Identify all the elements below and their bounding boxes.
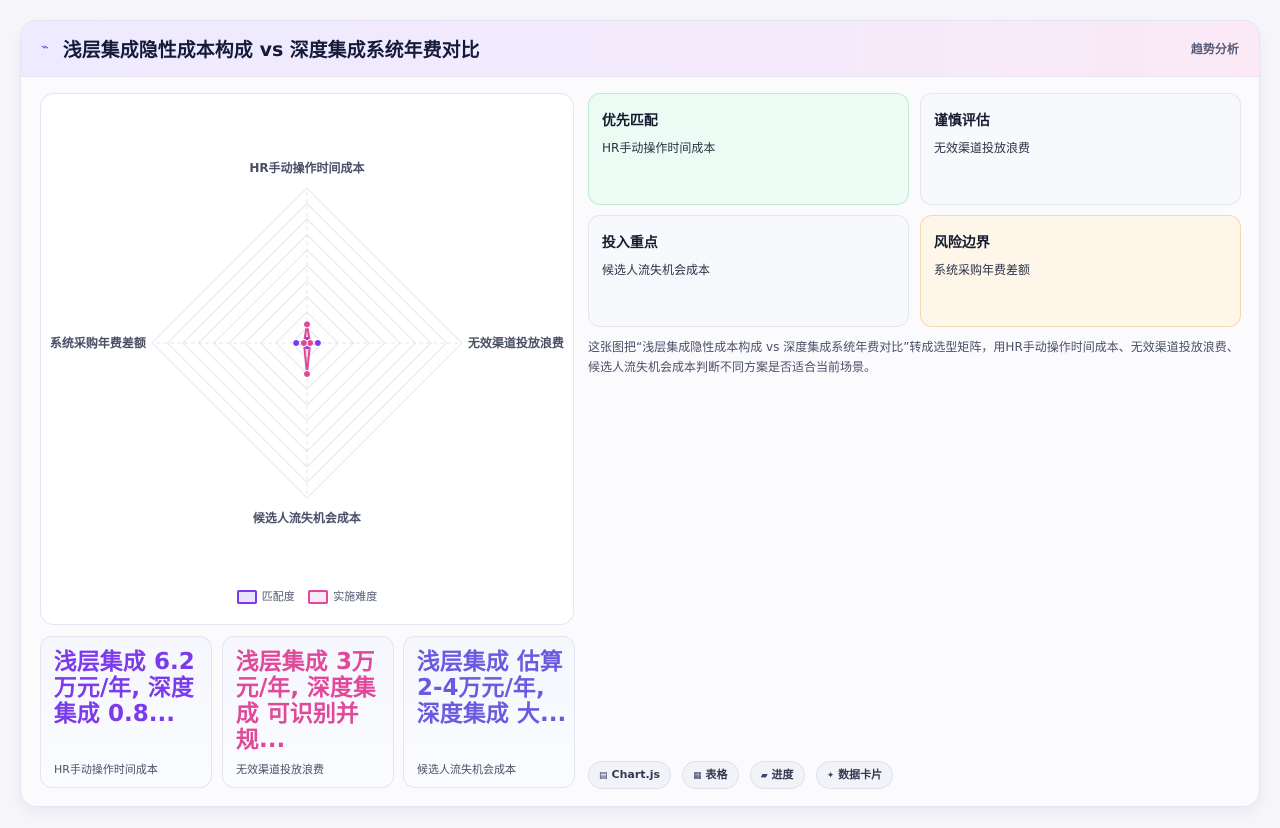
stat-value: 浅层集成 估算2-4万元/年, 深度集成 大...	[417, 649, 567, 727]
radar-axis-label: 候选人流失机会成本	[253, 510, 361, 525]
quadrant-priority-match[interactable]: 优先匹配 HR手动操作时间成本	[588, 93, 909, 205]
legend-item-difficulty[interactable]: 实施难度	[308, 588, 377, 604]
sparkline-icon: ⌁	[41, 40, 49, 55]
quadrant-body: 无效渠道投放浪费	[934, 141, 1031, 155]
radar-data-point	[292, 339, 301, 347]
chip-data-card[interactable]: ✦ 数据卡片	[815, 761, 894, 789]
radar-axis-label: 无效渠道投放浪费	[467, 335, 564, 350]
tech-chips: ▤ Chart.js ▦ 表格 ▰ 进度 ✦ 数据卡片	[588, 761, 899, 789]
radar-data-point	[303, 320, 311, 329]
analysis-tag[interactable]: 趋势分析	[1191, 40, 1239, 57]
page-title: 浅层集成隐性成本构成 vs 深度集成系统年费对比	[63, 39, 480, 61]
legend-swatch-match	[236, 590, 257, 604]
radar-chart-panel: HR手动操作时间成本无效渠道投放浪费候选人流失机会成本 系统采购年费差额 匹配度 …	[40, 93, 574, 625]
chip-label: Chart.js	[611, 768, 661, 781]
chart-description: 这张图把“浅层集成隐性成本构成 vs 深度集成系统年费对比”转成选型矩阵，用HR…	[588, 340, 1239, 374]
stat-label: 无效渠道投放浪费	[236, 763, 324, 776]
quadrant-title: 优先匹配	[602, 113, 658, 129]
stat-value: 浅层集成 6.2万元/年, 深度集成 0.8...	[54, 649, 195, 727]
radar-data-point	[299, 339, 308, 347]
radar-series-area	[302, 324, 312, 375]
header: ⌁ 浅层集成隐性成本构成 vs 深度集成系统年费对比 趋势分析	[21, 21, 1259, 77]
sparkle-icon: ✦	[826, 771, 835, 781]
stat-card-channel-waste: 浅层集成 3万元/年, 深度集成 可识别并规... 无效渠道投放浪费	[222, 636, 394, 788]
stat-value: 浅层集成 3万元/年, 深度集成 可识别并规...	[236, 649, 377, 753]
quadrant-investment-focus[interactable]: 投入重点 候选人流失机会成本	[588, 215, 909, 327]
progress-icon: ▰	[760, 771, 768, 781]
quadrant-title: 风险边界	[934, 235, 990, 251]
table-icon: ▦	[693, 771, 702, 781]
legend-label-match: 匹配度	[261, 590, 295, 603]
radar-data-point	[313, 339, 322, 347]
chip-progress[interactable]: ▰ 进度	[749, 761, 805, 789]
stat-card-hr-time: 浅层集成 6.2万元/年, 深度集成 0.8... HR手动操作时间成本	[40, 636, 212, 788]
quadrant-body: 候选人流失机会成本	[602, 263, 711, 277]
quadrant-risk-boundary[interactable]: 风险边界 系统采购年费差额	[920, 215, 1241, 327]
stat-cards: 浅层集成 6.2万元/年, 深度集成 0.8... HR手动操作时间成本 浅层集…	[40, 636, 575, 788]
chip-label: 数据卡片	[838, 768, 883, 781]
stat-label: 候选人流失机会成本	[417, 763, 516, 776]
dashboard-card: ⌁ 浅层集成隐性成本构成 vs 深度集成系统年费对比 趋势分析 HR手动操作时间…	[20, 20, 1260, 807]
quadrant-careful-evaluation[interactable]: 谨慎评估 无效渠道投放浪费	[920, 93, 1241, 205]
radar-data-point	[303, 370, 311, 378]
quadrant-title: 谨慎评估	[934, 113, 990, 129]
radar-axis-label: 系统采购年费差额	[50, 335, 146, 350]
radar-chart: HR手动操作时间成本无效渠道投放浪费候选人流失机会成本 系统采购年费差额	[50, 160, 564, 525]
chip-table[interactable]: ▦ 表格	[682, 761, 739, 789]
chip-label: 进度	[771, 768, 794, 781]
quadrant-body: HR手动操作时间成本	[602, 141, 716, 155]
legend-label-difficulty: 实施难度	[333, 590, 378, 603]
quadrant-body: 系统采购年费差额	[934, 263, 1031, 277]
chip-chartjs[interactable]: ▤ Chart.js	[588, 761, 672, 789]
chip-label: 表格	[705, 768, 728, 781]
quadrant-title: 投入重点	[602, 235, 658, 251]
stat-label: HR手动操作时间成本	[54, 763, 158, 776]
legend-swatch-difficulty	[308, 590, 329, 604]
chart-icon: ▤	[599, 771, 608, 781]
legend-item-match[interactable]: 匹配度	[236, 588, 295, 604]
chart-legend: 匹配度 实施难度	[41, 588, 573, 604]
stat-card-candidate-loss: 浅层集成 估算2-4万元/年, 深度集成 大... 候选人流失机会成本	[403, 636, 575, 788]
radar-axis-label: HR手动操作时间成本	[249, 160, 364, 175]
